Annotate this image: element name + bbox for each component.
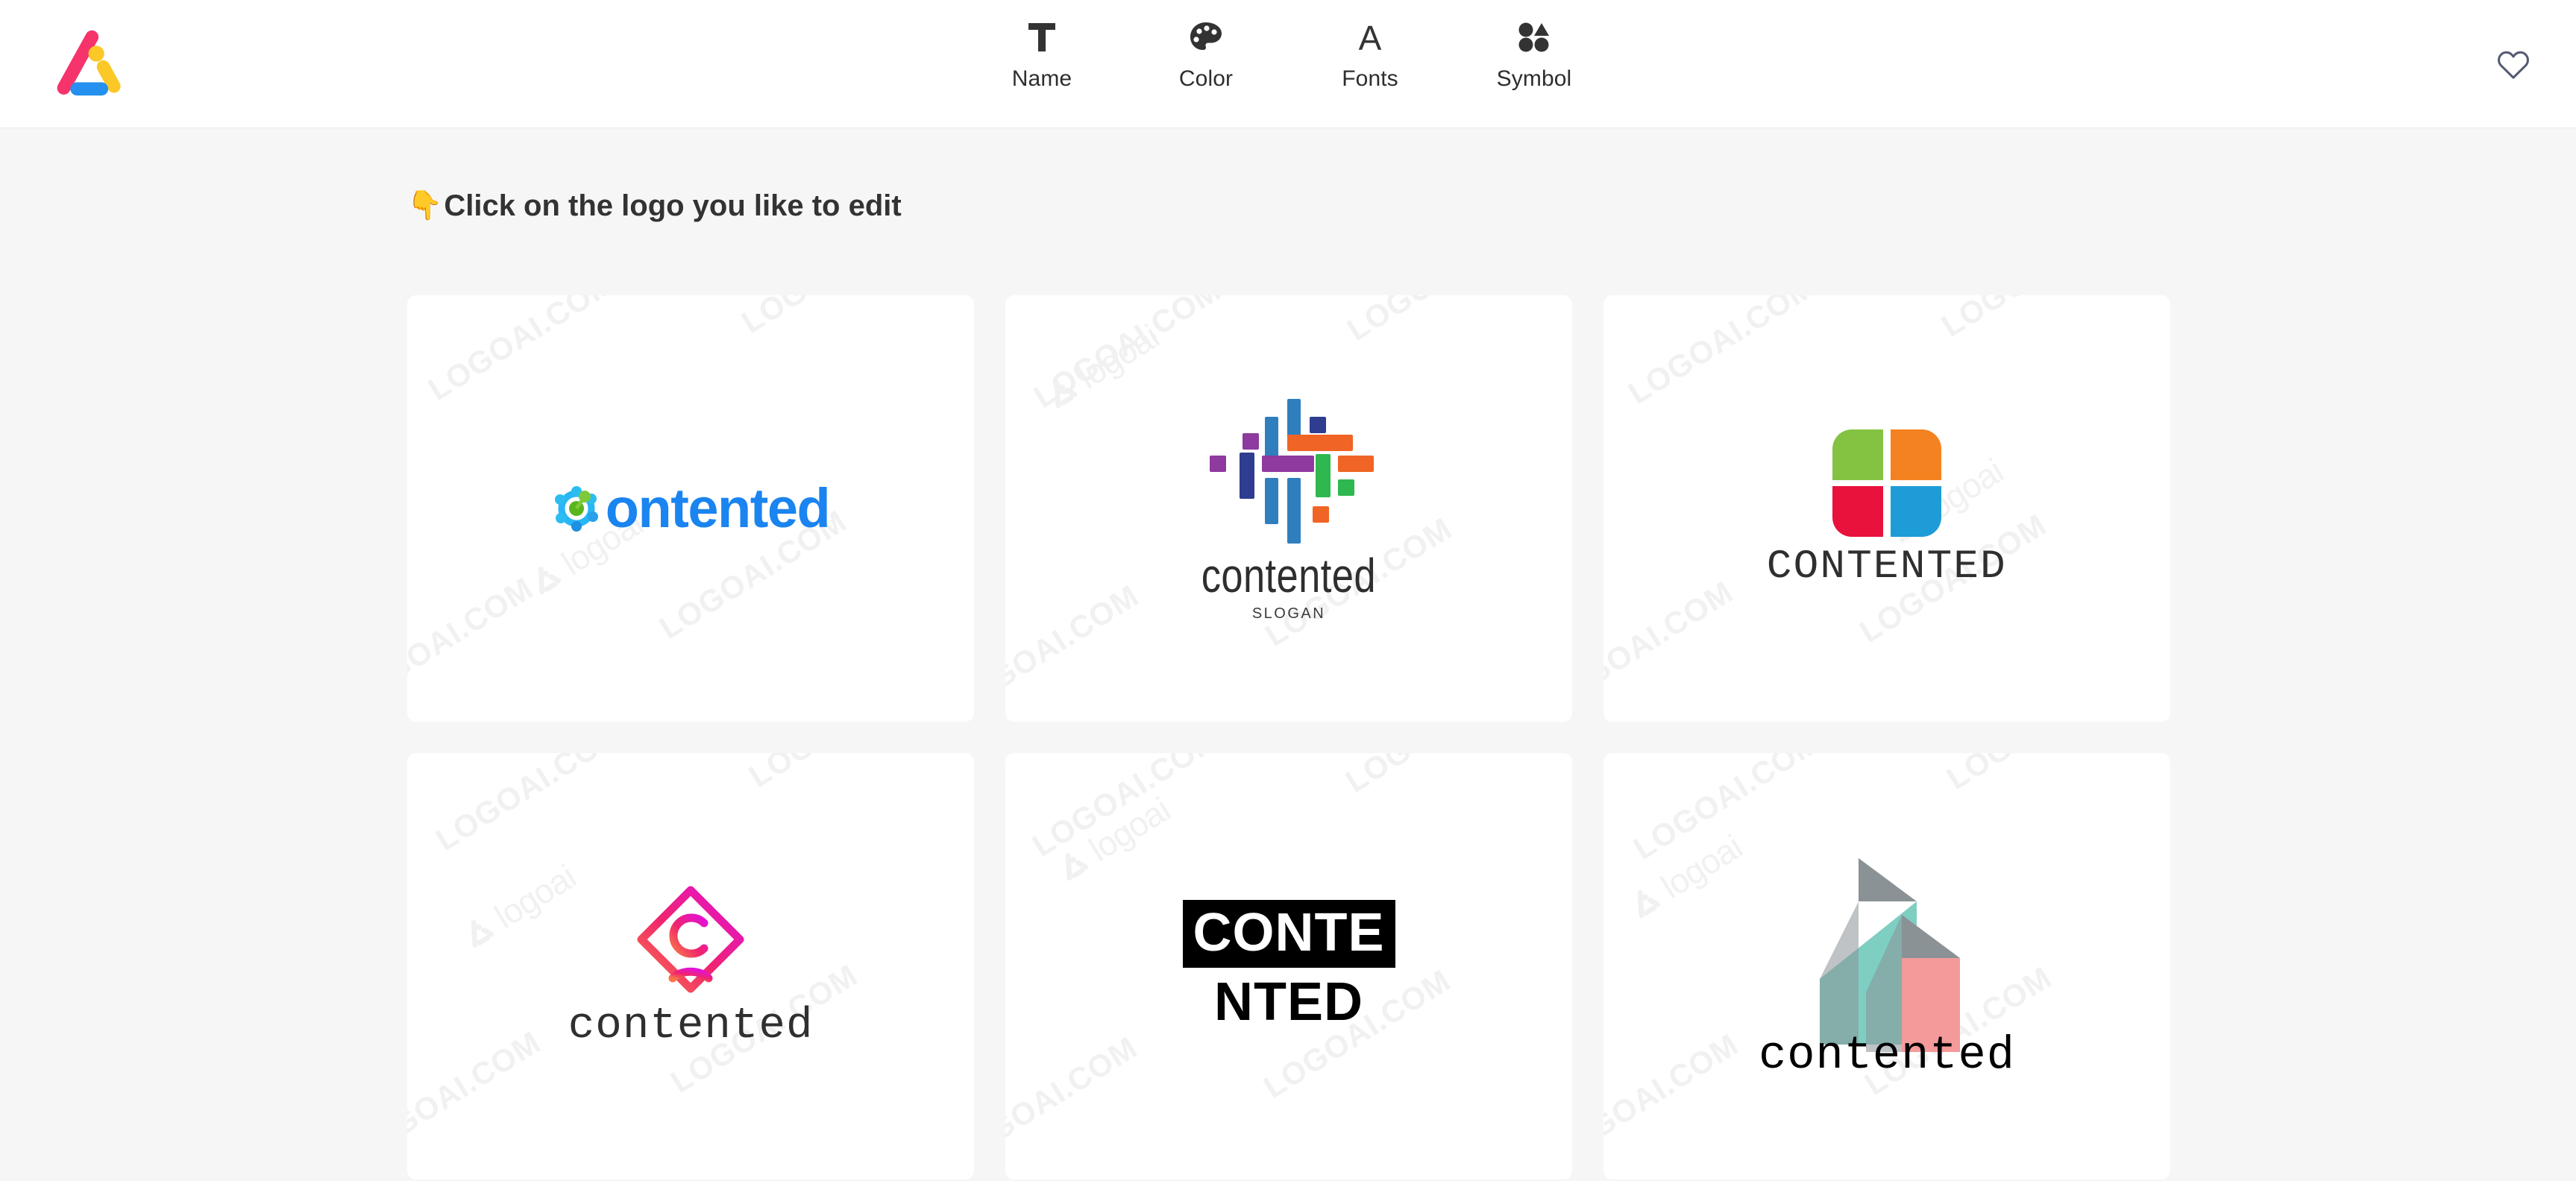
text-t-icon <box>1027 15 1057 60</box>
logo-card-4[interactable]: LOGOAI.COM LOGOAI.COM LOGOAI.COM LOGOAI.… <box>407 753 974 1180</box>
editor-nav: Name Color A Fonts Symbol <box>997 15 1579 92</box>
logoai-brand-logo[interactable] <box>42 19 130 107</box>
app-header: Name Color A Fonts Symbol <box>0 0 2576 128</box>
logoai-triangle-mark-icon <box>57 30 121 96</box>
nav-label-fonts: Fonts <box>1342 66 1398 91</box>
logo-card-3[interactable]: LOGOAI.COM LOGOAI.COM LOGOAI.COM LOGOAI.… <box>1603 295 2170 722</box>
nav-item-color[interactable]: Color <box>1161 15 1251 92</box>
page-title-text: Click on the logo you like to edit <box>444 189 902 222</box>
logo-preview-5: CONTE NTED <box>1005 753 1572 1180</box>
nav-item-symbol[interactable]: Symbol <box>1489 15 1579 92</box>
logo-card-6[interactable]: LOGOAI.COM LOGOAI.COM LOGOAI.COM LOGOAI.… <box>1603 753 2170 1180</box>
svg-text:A: A <box>1359 20 1382 54</box>
logo-card-5[interactable]: LOGOAI.COM LOGOAI.COM LOGOAI.COM LOGOAI.… <box>1005 753 1572 1180</box>
logo-preview-4: contented <box>407 753 974 1180</box>
page-title: 👇 Click on the logo you like to edit <box>407 188 902 224</box>
palette-icon <box>1189 15 1223 60</box>
logo-card-1[interactable]: LOGOAI.COM LOGOAI.COM LOGOAI.COM LOGOAI.… <box>407 295 974 722</box>
pointing-down-emoji-icon: 👇 <box>407 190 443 221</box>
nav-label-color: Color <box>1178 66 1234 91</box>
gradient-diamond-icon <box>637 886 744 992</box>
logo-wordmark-2: contented <box>1201 548 1377 602</box>
logo-wordmark-6: contented <box>1759 1029 2015 1082</box>
logo-card-2[interactable]: LOGOAI.COM LOGOAI.COM LOGOAI.COM LOGOAI.… <box>1005 295 1572 722</box>
woven-bars-icon <box>1210 398 1374 544</box>
nav-label-symbol: Symbol <box>1496 66 1572 91</box>
logo-preview-2: contented SLOGAN <box>1005 295 1572 722</box>
logo-preview-1: ontented <box>407 295 974 722</box>
main-content: 👇 Click on the logo you like to edit LOG… <box>0 128 2576 1181</box>
overlapping-arrows-icon <box>1820 858 1960 1052</box>
logo-wordmark-5-line1: CONTE <box>1182 900 1395 968</box>
nav-item-fonts[interactable]: A Fonts <box>1325 15 1415 92</box>
font-a-icon: A <box>1354 15 1386 60</box>
four-quadrant-icon <box>1832 429 1941 537</box>
nav-item-name[interactable]: Name <box>997 15 1087 92</box>
logo-wordmark-3: CONTENTED <box>1766 544 2008 590</box>
favorites-button[interactable] <box>2491 42 2536 86</box>
logo-preview-6: contented <box>1603 753 2170 1180</box>
logo-wordmark-5-line2: NTED <box>1214 972 1363 1032</box>
shapes-icon <box>1518 15 1551 60</box>
logo-preview-3: CONTENTED <box>1603 295 2170 722</box>
logo-wordmark-1: ontented <box>605 477 831 539</box>
logo-results-grid: LOGOAI.COM LOGOAI.COM LOGOAI.COM LOGOAI.… <box>407 295 2170 1180</box>
heart-outline-icon <box>2498 51 2529 79</box>
logo-slogan-2: SLOGAN <box>1251 605 1326 623</box>
nav-label-name: Name <box>1011 66 1072 91</box>
logo-wordmark-4: contented <box>568 1001 814 1051</box>
molecule-icon <box>554 486 598 532</box>
